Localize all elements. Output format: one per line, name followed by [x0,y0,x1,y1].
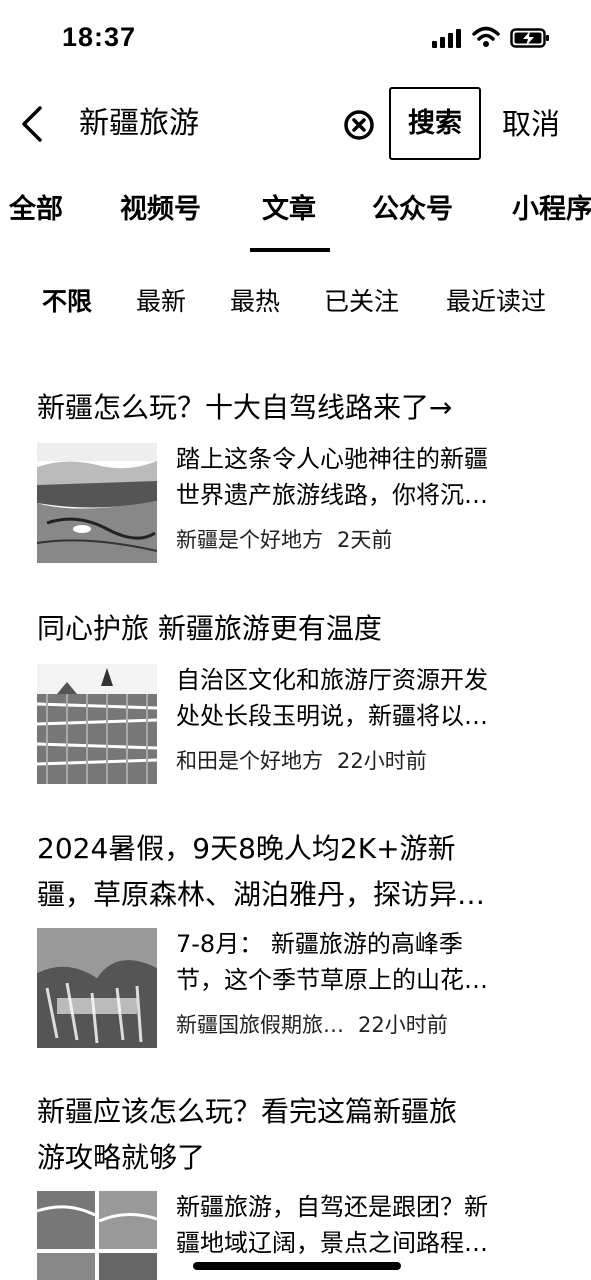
result-title: 同心护旅 新疆旅游更有温度 [37,606,557,652]
result-title-line: 新疆应该怎么玩？看完这篇新疆旅 [37,1095,458,1128]
result-snippet-line: 节，这个季节草原上的山花… [176,966,488,994]
result-title: 新疆怎么玩？十大自驾线路来了→ [37,385,557,431]
battery-charging-icon [510,28,549,48]
result-snippet: 新疆旅游，自驾还是跟团？新 疆地域辽阔，景点之间路程… [176,1189,556,1261]
tab-channels[interactable]: 视频号 [120,190,201,230]
result-title-line: 2024暑假，9天8晚人均2K+游新 [37,832,456,865]
result-title-line: 游攻略就够了 [37,1141,206,1174]
result-title-line: 同心护旅 新疆旅游更有温度 [37,612,382,645]
result-snippet-line: 处处长段玉明说，新疆将以… [176,702,488,730]
tab-all[interactable]: 全部 [9,190,63,230]
search-bar: 新疆旅游 搜索 取消 [0,84,591,164]
result-thumbnail [37,664,157,784]
result-snippet-line: 踏上这条令人心驰神往的新疆 [176,445,488,473]
result-title: 2024暑假，9天8晚人均2K+游新 疆，草原森林、湖泊雅丹，探访异… [37,826,557,918]
active-tab-indicator [250,248,330,252]
result-snippet: 7-8月： 新疆旅游的高峰季 节，这个季节草原上的山花… [176,926,556,998]
tab-official-accounts[interactable]: 公众号 [372,190,453,230]
result-snippet: 踏上这条令人心驰神往的新疆 世界遗产旅游线路，你将沉… [176,441,556,513]
result-meta: 新疆国旅假期旅… 22小时前 [176,1010,448,1040]
filter-bar: 不限 最新 最热 已关注 最近读过 [0,282,591,326]
result-time: 2天前 [337,528,393,552]
result-thumbnail [37,1191,157,1280]
tab-mini-programs[interactable]: 小程序 [512,190,591,230]
result-snippet-line: 世界遗产旅游线路，你将沉… [176,481,488,509]
result-snippet-line: 新疆旅游，自驾还是跟团？新 [176,1193,488,1221]
filter-followed[interactable]: 已关注 [324,282,399,322]
home-indicator [193,1262,401,1270]
wifi-icon [472,26,500,47]
result-thumbnail [37,928,157,1048]
status-time: 18:37 [62,22,137,52]
filter-recently-read[interactable]: 最近读过 [446,282,546,322]
result-time: 22小时前 [337,749,427,773]
result-source: 新疆国旅假期旅… [176,1013,344,1037]
filter-hottest[interactable]: 最热 [230,282,280,322]
result-snippet-line: 7-8月： 新疆旅游的高峰季 [176,930,463,958]
search-input[interactable]: 新疆旅游 [79,104,199,144]
result-meta: 和田是个好地方 22小时前 [176,746,427,776]
result-thumbnail [37,443,157,563]
filter-unlimited[interactable]: 不限 [42,282,92,322]
result-source: 新疆是个好地方 [176,528,323,552]
result-title: 新疆应该怎么玩？看完这篇新疆旅 游攻略就够了 [37,1089,557,1181]
result-title-line: 新疆怎么玩？十大自驾线路来了→ [37,391,453,424]
result-title-line: 疆，草原森林、湖泊雅丹，探访异… [37,878,486,911]
filter-latest[interactable]: 最新 [136,282,186,322]
result-source: 和田是个好地方 [176,749,323,773]
result-time: 22小时前 [358,1013,448,1037]
cancel-button[interactable]: 取消 [502,104,560,144]
back-chevron-icon[interactable] [16,104,50,144]
status-bar: 18:37 [0,0,591,78]
category-tabs: 全部 视频号 文章 公众号 小程序 [0,190,591,256]
tab-articles[interactable]: 文章 [262,190,316,230]
result-meta: 新疆是个好地方 2天前 [176,525,392,555]
clear-input-icon[interactable] [343,109,375,141]
search-button[interactable]: 搜索 [389,87,481,160]
result-snippet-line: 自治区文化和旅游厅资源开发 [176,666,488,694]
result-snippet-line: 疆地域辽阔，景点之间路程… [176,1229,488,1257]
result-snippet: 自治区文化和旅游厅资源开发 处处长段玉明说，新疆将以… [176,662,556,734]
cellular-signal-icon [432,29,461,48]
